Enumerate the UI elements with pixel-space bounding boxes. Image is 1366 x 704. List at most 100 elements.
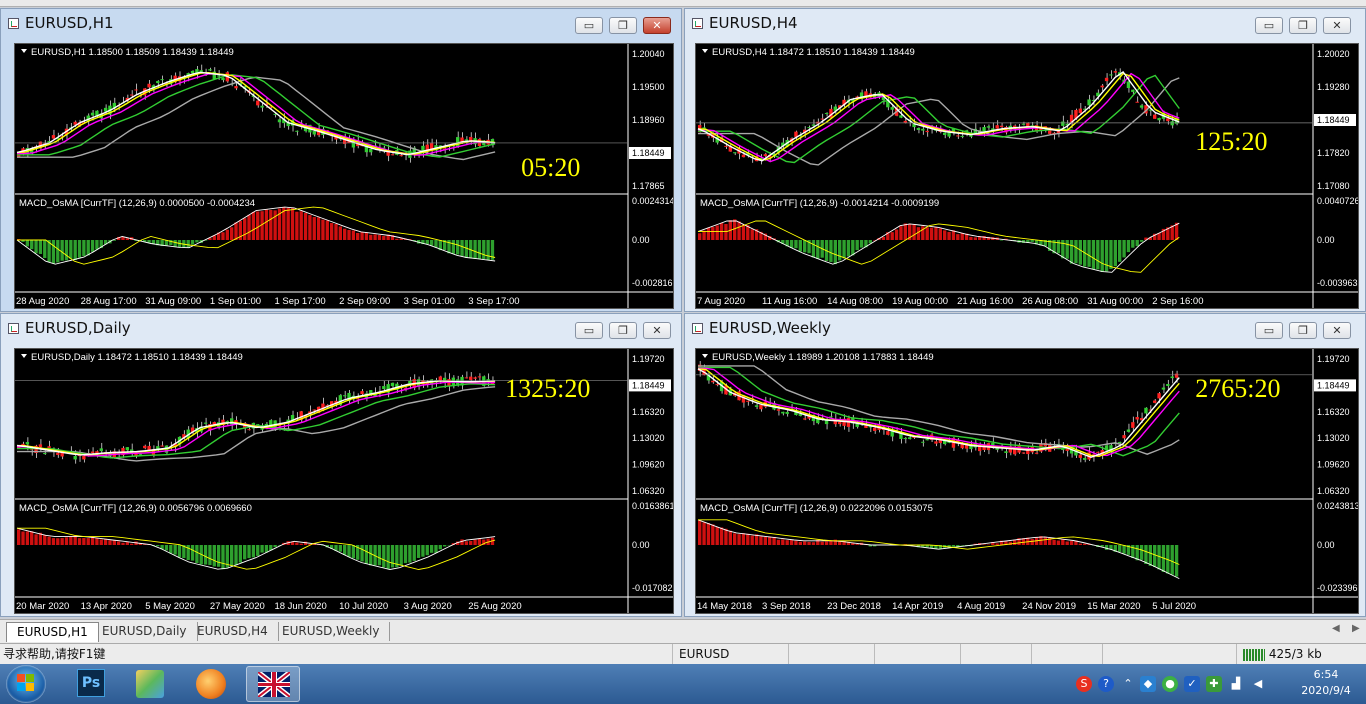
chart-window-h4[interactable]: EURUSD,H4 ▭ ❐ ✕ 1.20020 1.19280 1.18449 1.1…	[684, 8, 1366, 312]
macd-histogram-bar	[1139, 545, 1144, 560]
macd-histogram-bar	[77, 240, 82, 258]
time-axis-label: 4 Aug 2019	[957, 601, 1005, 612]
macd-histogram-bar	[925, 227, 929, 240]
maximize-button[interactable]: ❐	[609, 322, 637, 339]
wechat-icon[interactable]: ●	[1162, 676, 1178, 692]
macd-histogram-bar	[1109, 240, 1113, 269]
tab-eurusd-daily[interactable]: EURUSD,Daily	[92, 622, 198, 641]
macd-histogram-bar	[890, 232, 894, 240]
macd-histogram-bar	[82, 537, 86, 545]
macd-histogram-bar	[229, 545, 234, 567]
close-button[interactable]: ✕	[643, 322, 671, 339]
macd-histogram-bar	[347, 229, 351, 240]
macd-axis-label: -0.023396	[1317, 583, 1358, 593]
taskbar-photoshop[interactable]: Ps	[74, 666, 128, 702]
moving-average-line	[17, 381, 496, 457]
macd-histogram-bar	[781, 539, 785, 545]
macd-signal-line	[16, 206, 496, 265]
macd-histogram-bar	[56, 240, 60, 263]
time-axis-label: 28 Aug 2020	[16, 296, 69, 307]
window-titlebar[interactable]: EURUSD,Daily ▭ ❐ ✕	[1, 314, 681, 342]
macd-histogram-bar	[842, 240, 846, 259]
candle-body	[51, 135, 56, 139]
volume-icon[interactable]: ◀	[1250, 676, 1266, 692]
candle-body	[1157, 117, 1161, 121]
chart-area[interactable]: 1.20040 1.19500 1.18960 1.18449 1.17865 EURUS…	[14, 43, 674, 309]
maximize-button[interactable]: ❐	[1289, 17, 1317, 34]
macd-histogram-bar	[47, 536, 51, 545]
macd-histogram-bar	[347, 545, 351, 558]
window-titlebar[interactable]: EURUSD,H1 ▭ ❐ ✕	[1, 9, 681, 37]
minimize-button[interactable]: ▭	[575, 17, 603, 34]
taskbar-maps-app[interactable]	[132, 666, 186, 702]
macd-histogram-bar	[429, 240, 434, 246]
macd-histogram-bar	[789, 539, 794, 545]
tray-expand-icon[interactable]: ⌃	[1120, 676, 1136, 692]
window-titlebar[interactable]: EURUSD,Weekly ▭ ❐ ✕	[685, 314, 1365, 342]
help-icon[interactable]: ?	[1098, 676, 1114, 692]
candle-body	[1139, 105, 1144, 108]
close-button[interactable]: ✕	[1323, 17, 1351, 34]
chart-window-daily[interactable]: EURUSD,Daily ▭ ❐ ✕ 1.19720 1.18449 1.16320…	[0, 313, 682, 617]
macd-histogram-bar	[325, 220, 329, 240]
candle-body	[1083, 458, 1087, 460]
candle-body	[1135, 416, 1139, 420]
macd-histogram-bar	[286, 207, 290, 240]
macd-histogram-bar	[715, 225, 719, 240]
macd-histogram-bar	[238, 545, 243, 563]
tab-scroll-left-icon[interactable]: ◀	[1332, 623, 1340, 634]
maximize-button[interactable]: ❐	[1289, 322, 1317, 339]
close-button[interactable]: ✕	[643, 17, 671, 34]
macd-histogram-bar	[956, 234, 960, 240]
taskbar-metatrader[interactable]	[246, 666, 300, 702]
clock[interactable]: 6:54 2020/9/4	[1296, 667, 1356, 699]
candle-body	[134, 89, 138, 91]
time-axis-label: 28 Aug 17:00	[81, 296, 137, 307]
macd-axis-label: 0.00	[632, 235, 650, 245]
maximize-button[interactable]: ❐	[609, 17, 637, 34]
macd-histogram-bar	[1043, 536, 1048, 545]
macd-histogram-bar	[824, 541, 829, 545]
tab-eurusd-weekly[interactable]: EURUSD,Weekly	[272, 622, 391, 641]
tab-scroll-right-icon[interactable]: ▶	[1352, 623, 1360, 634]
network-icon[interactable]: ▟	[1228, 676, 1244, 692]
macd-histogram-bar	[763, 536, 768, 545]
candle-body	[829, 416, 833, 418]
time-axis-label: 27 May 2020	[210, 601, 265, 612]
macd-histogram-bar	[1144, 545, 1148, 565]
tab-eurusd-h1[interactable]: EURUSD,H1	[6, 622, 99, 642]
shield-icon[interactable]: ✓	[1184, 676, 1200, 692]
macd-axis-label: 0.0024314	[632, 196, 673, 206]
minimize-button[interactable]: ▭	[1255, 17, 1283, 34]
chart-area[interactable]: 1.19720 1.18449 1.16320 1.13020 1.09620 1.063…	[14, 348, 674, 614]
tab-eurusd-h4[interactable]: EURUSD,H4	[187, 622, 279, 641]
close-button[interactable]: ✕	[1323, 322, 1351, 339]
price-axis-label: 1.13020	[632, 433, 665, 443]
chart-area[interactable]: 1.19720 1.18449 1.16320 1.13020 1.09620 1.063…	[695, 348, 1359, 614]
sogou-ime-icon[interactable]: S	[1076, 676, 1092, 692]
time-axis-label: 5 Jul 2020	[1152, 601, 1196, 612]
candle-body	[312, 131, 316, 135]
candle-body	[1021, 123, 1026, 125]
candle-body	[1174, 373, 1179, 378]
photoshop-icon: Ps	[77, 669, 105, 697]
macd-histogram-bar	[711, 524, 715, 545]
macd-histogram-bar	[30, 240, 34, 250]
chart-window-h1[interactable]: EURUSD,H1 ▭ ❐ ✕ 1.20040 1.19500 1.18960 1.1…	[0, 8, 682, 312]
taskbar-browser-app[interactable]	[186, 666, 240, 702]
macd-histogram-bar	[851, 240, 855, 256]
chart-window-weekly[interactable]: EURUSD,Weekly ▭ ❐ ✕ 1.19720 1.18449 1.1632…	[684, 313, 1366, 617]
start-button[interactable]	[6, 665, 46, 703]
candle-body	[1061, 121, 1065, 126]
macd-histogram-bar	[482, 240, 486, 260]
macd-histogram-bar	[1153, 545, 1157, 567]
macd-label-text: MACD_OsMA [CurrTF] (12,26,9) -0.0014214 …	[700, 198, 939, 209]
macd-histogram-bar	[1113, 240, 1118, 267]
chart-area[interactable]: 1.20020 1.19280 1.18449 1.17820 1.17080 EURUS…	[695, 43, 1359, 309]
security-icon[interactable]: ✚	[1206, 676, 1222, 692]
macd-histogram-bar	[69, 536, 73, 545]
minimize-button[interactable]: ▭	[575, 322, 603, 339]
app-tray-icon[interactable]: ◆	[1140, 676, 1156, 692]
minimize-button[interactable]: ▭	[1255, 322, 1283, 339]
window-titlebar[interactable]: EURUSD,H4 ▭ ❐ ✕	[685, 9, 1365, 37]
